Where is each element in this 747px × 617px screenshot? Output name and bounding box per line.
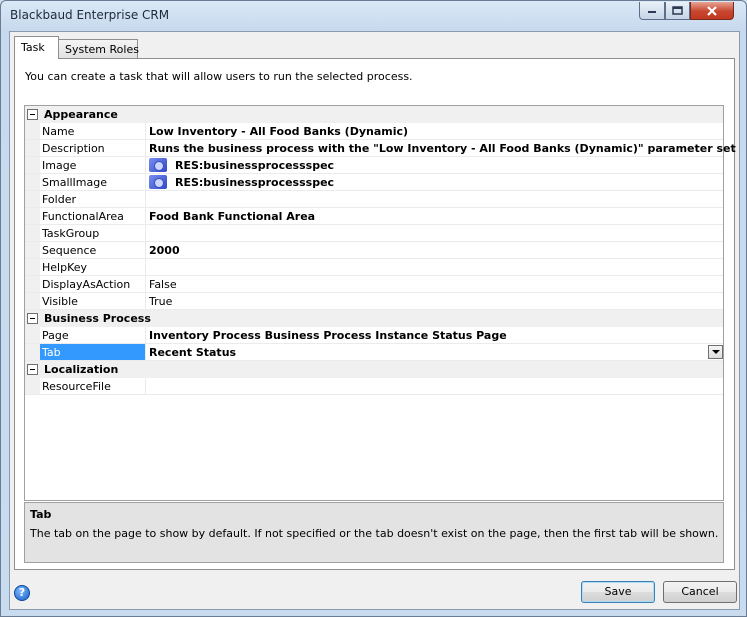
dropdown-arrow-icon[interactable] (708, 345, 723, 359)
category-label: Localization (44, 363, 119, 376)
property-row-image[interactable]: Image RES:businessprocessspec (25, 157, 723, 174)
property-name: Sequence (42, 244, 97, 257)
help-description: The tab on the page to show by default. … (30, 527, 719, 540)
property-name: Folder (42, 193, 76, 206)
minimize-button[interactable] (639, 2, 665, 20)
category-label: Business Process (44, 312, 151, 325)
property-name: SmallImage (42, 176, 108, 189)
property-name: ResourceFile (42, 380, 111, 393)
property-name: Visible (42, 295, 78, 308)
property-name: FunctionalArea (42, 210, 124, 223)
task-tab-panel: You can create a task that will allow us… (14, 58, 736, 570)
collapse-icon[interactable] (27, 109, 38, 120)
property-row-functionalarea[interactable]: FunctionalArea Food Bank Functional Area (25, 208, 723, 225)
help-icon[interactable]: ? (14, 585, 30, 601)
maximize-icon (672, 6, 683, 15)
property-row-taskgroup[interactable]: TaskGroup (25, 225, 723, 242)
property-name: Image (42, 159, 77, 172)
dialog-client-area: Task System Roles You can create a task … (9, 31, 740, 610)
property-value[interactable]: Inventory Process Business Process Insta… (149, 329, 507, 342)
property-value[interactable]: RES:businessprocessspec (175, 176, 334, 189)
property-value[interactable]: Recent Status (149, 346, 236, 359)
help-title: Tab (30, 508, 52, 521)
minimize-icon (648, 10, 656, 13)
property-row-helpkey[interactable]: HelpKey (25, 259, 723, 276)
category-localization[interactable]: Localization (25, 361, 723, 378)
property-row-description[interactable]: Description Runs the business process wi… (25, 140, 736, 157)
property-value[interactable]: True (149, 295, 172, 308)
category-business-process[interactable]: Business Process (25, 310, 723, 327)
cancel-button[interactable]: Cancel (663, 581, 737, 603)
property-row-folder[interactable]: Folder (25, 191, 723, 208)
property-row-resourcefile[interactable]: ResourceFile (25, 378, 723, 395)
window-title: Blackbaud Enterprise CRM (10, 8, 170, 22)
property-name: Page (42, 329, 69, 342)
property-row-sequence[interactable]: Sequence 2000 (25, 242, 723, 259)
category-label: Appearance (44, 108, 118, 121)
business-process-icon (149, 158, 167, 172)
property-value[interactable]: Food Bank Functional Area (149, 210, 315, 223)
property-value[interactable]: RES:businessprocessspec (175, 159, 334, 172)
maximize-button[interactable] (665, 2, 690, 20)
property-help-panel: Tab The tab on the page to show by defau… (24, 502, 724, 563)
property-row-page[interactable]: Page Inventory Process Business Process … (25, 327, 723, 344)
close-icon (707, 5, 717, 16)
property-row-smallimage[interactable]: SmallImage RES:businessprocessspec (25, 174, 723, 191)
category-appearance[interactable]: Appearance (25, 106, 723, 123)
property-row-name[interactable]: Name Low Inventory - All Food Banks (Dyn… (25, 123, 723, 140)
property-name: Description (42, 142, 105, 155)
title-bar[interactable]: Blackbaud Enterprise CRM (1, 1, 746, 29)
business-process-icon (149, 175, 167, 189)
intro-text: You can create a task that will allow us… (25, 70, 413, 83)
property-grid: Appearance Name Low Inventory - All Food… (24, 105, 736, 501)
property-name: Tab (42, 346, 61, 359)
property-value[interactable]: 2000 (149, 244, 180, 257)
property-name: HelpKey (42, 261, 88, 274)
close-button[interactable] (690, 2, 734, 20)
property-row-visible[interactable]: Visible True (25, 293, 723, 310)
collapse-icon[interactable] (27, 313, 38, 324)
property-row-displayasaction[interactable]: DisplayAsAction False (25, 276, 723, 293)
property-name: TaskGroup (42, 227, 100, 240)
property-value[interactable]: Low Inventory - All Food Banks (Dynamic) (149, 125, 408, 138)
tab-task[interactable]: Task (14, 36, 59, 59)
property-value[interactable]: False (149, 278, 177, 291)
property-name: DisplayAsAction (42, 278, 131, 291)
property-row-tab[interactable]: Tab Recent Status (25, 344, 723, 361)
save-button[interactable]: Save (581, 581, 655, 603)
dialog-window: Blackbaud Enterprise CRM Task System Rol… (0, 0, 747, 617)
property-value[interactable]: Runs the business process with the "Low … (149, 142, 736, 155)
collapse-icon[interactable] (27, 364, 38, 375)
property-name: Name (42, 125, 75, 138)
tab-system-roles[interactable]: System Roles (58, 39, 139, 59)
